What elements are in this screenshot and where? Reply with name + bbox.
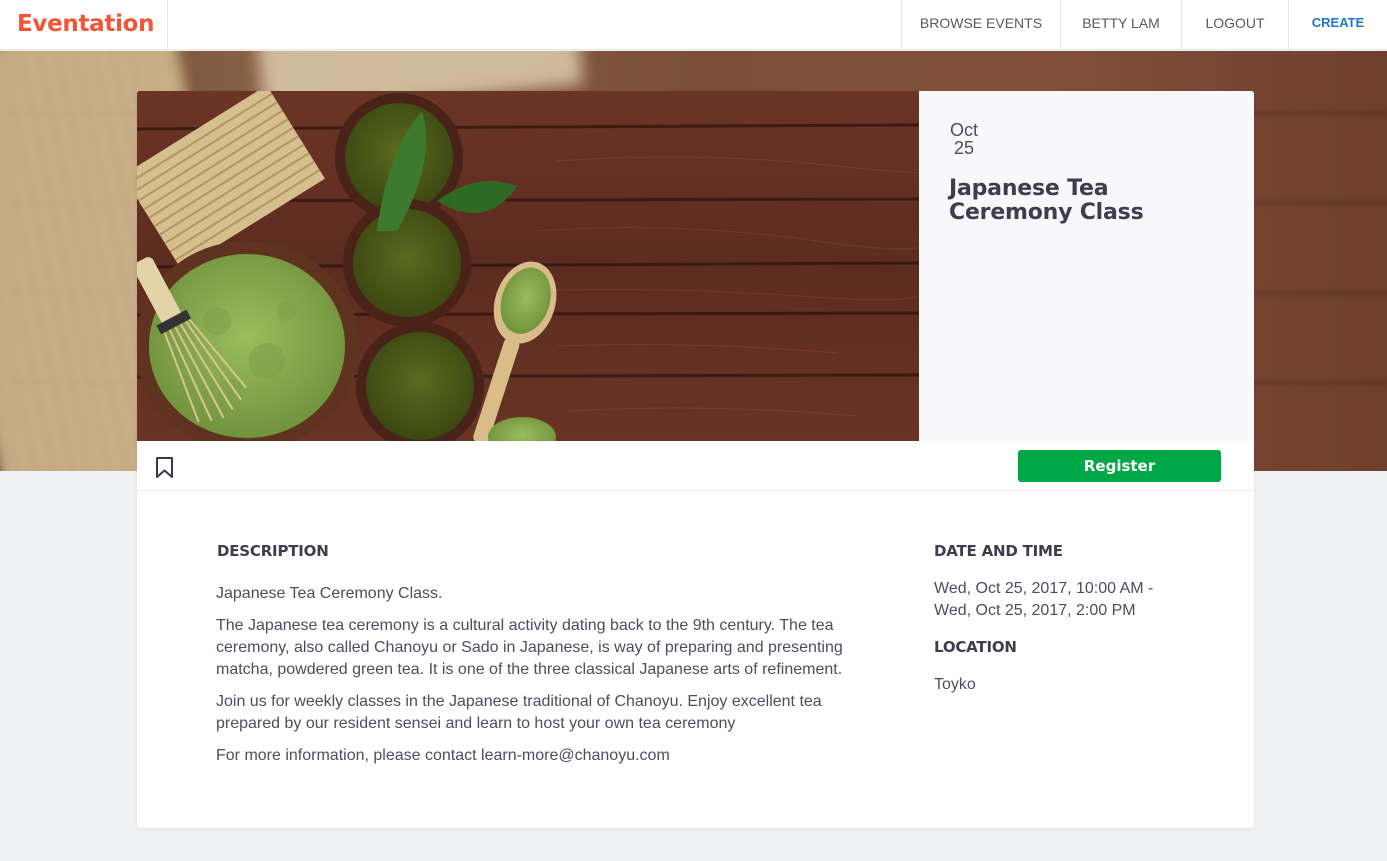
description-paragraph: For more information, please contact lea…	[216, 747, 670, 764]
bookmark-icon[interactable]	[155, 457, 175, 479]
event-datetime-end: Wed, Oct 25, 2017, 2:00 PM	[934, 602, 1136, 619]
register-button[interactable]: Register	[1018, 450, 1221, 482]
description-paragraph: Japanese Tea Ceremony Class.	[216, 585, 443, 602]
event-card: Oct 25 Japanese Tea Ceremony Class Regis…	[137, 91, 1254, 828]
top-navbar: Eventation BROWSE EVENTS BETTY LAM LOGOU…	[0, 0, 1387, 50]
nav-links: BROWSE EVENTS BETTY LAM LOGOUT CREATE	[901, 0, 1387, 50]
description-paragraph: Join us for weekly classes in the Japane…	[216, 693, 822, 732]
description-heading: DESCRIPTION	[217, 542, 329, 560]
event-cover-image	[137, 91, 919, 441]
nav-logout[interactable]: LOGOUT	[1181, 0, 1288, 50]
event-datetime-start: Wed, Oct 25, 2017, 10:00 AM -	[934, 580, 1154, 597]
event-description: Japanese Tea Ceremony Class. The Japanes…	[216, 583, 846, 777]
description-paragraph: The Japanese tea ceremony is a cultural …	[216, 617, 843, 678]
event-location: Toyko	[934, 676, 976, 693]
event-summary-panel: Oct 25 Japanese Tea Ceremony Class	[919, 91, 1254, 441]
nav-user-profile[interactable]: BETTY LAM	[1060, 0, 1181, 50]
event-action-bar: Register	[137, 441, 1254, 491]
nav-create[interactable]: CREATE	[1288, 0, 1387, 50]
event-datetime: Wed, Oct 25, 2017, 10:00 AM - Wed, Oct 2…	[934, 578, 1194, 622]
brand-logo[interactable]: Eventation	[0, 0, 168, 50]
date-and-time-heading: DATE AND TIME	[934, 542, 1063, 560]
event-title: Japanese Tea Ceremony Class	[949, 176, 1144, 225]
location-heading: LOCATION	[934, 638, 1017, 656]
event-date-day: 25	[954, 138, 975, 158]
nav-browse-events[interactable]: BROWSE EVENTS	[901, 0, 1060, 50]
